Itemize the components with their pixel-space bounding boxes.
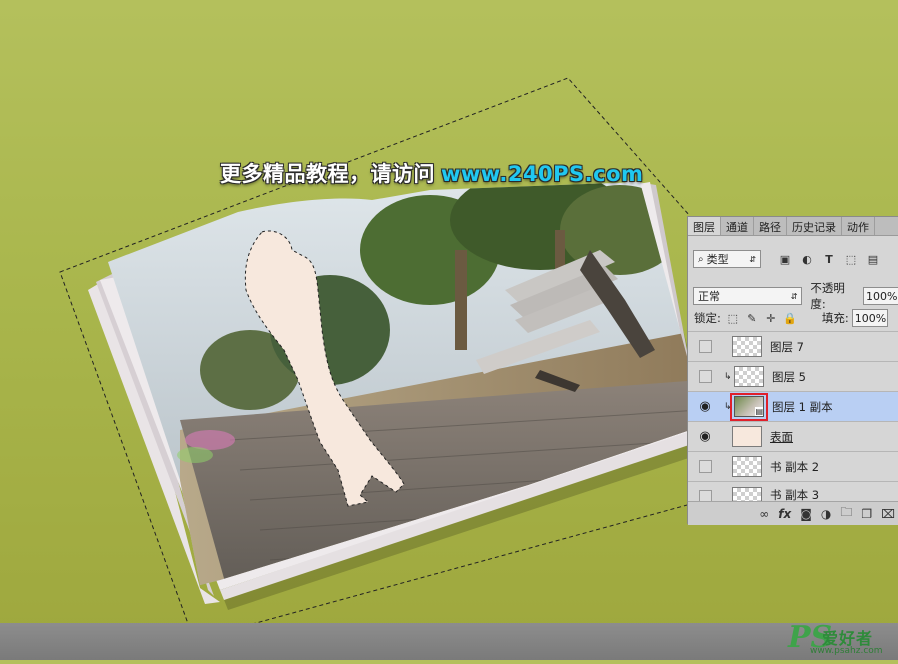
tab-history[interactable]: 历史记录: [787, 217, 842, 235]
type-filter-icon[interactable]: T: [821, 251, 837, 267]
eye-icon: ◉: [699, 429, 711, 444]
tab-channels[interactable]: 通道: [721, 217, 754, 235]
opacity-label: 不透明度:: [810, 281, 845, 311]
layer-name: 图层 7: [770, 339, 804, 354]
layer-name: 表面: [770, 429, 793, 444]
filter-kind-select[interactable]: ⌕ 类型 ⇵: [693, 250, 761, 268]
filter-kind-label: 类型: [706, 253, 729, 266]
panel-footer: ∞ fx ◙ ◑ 🗀 ❐ ⌧: [688, 501, 898, 525]
panel-tabs: 图层 通道 路径 历史记录 动作: [688, 217, 898, 236]
visibility-toggle[interactable]: [696, 458, 714, 476]
visibility-toggle[interactable]: [696, 368, 714, 386]
site-watermark: PS 爱好者 www.psahz.com: [784, 618, 898, 660]
visibility-toggle[interactable]: [696, 487, 714, 501]
status-bar: [0, 623, 898, 660]
promo-text: 更多精品教程，请访问: [220, 162, 435, 186]
hidden-visibility-box: [698, 370, 712, 383]
layer-row[interactable]: ↳ 图层 5: [688, 361, 898, 391]
layer-thumbnail-highlighted: ▤: [730, 392, 768, 421]
opacity-input[interactable]: 100%: [863, 287, 898, 305]
layer-row[interactable]: ◉ 表面: [688, 421, 898, 451]
layer-thumbnail: [732, 456, 762, 477]
eye-icon: ◉: [699, 399, 711, 414]
search-icon: ⌕: [698, 253, 704, 265]
adjustment-layer-icon[interactable]: ◑: [821, 507, 831, 521]
layer-name: 书 副本 2: [770, 459, 820, 474]
select-arrows-icon: ⇵: [749, 254, 756, 264]
layers-panel: 图层 通道 路径 历史记录 动作 ⌕ 类型 ⇵ ▣ ◐ T ⬚ ▤ 正常 ⇵ 不…: [687, 216, 898, 525]
layer-thumbnail: [732, 336, 762, 357]
fill-input[interactable]: 100%: [851, 309, 888, 327]
adjustment-filter-icon[interactable]: ◐: [799, 251, 815, 267]
layer-name: 书 副本 3: [770, 488, 820, 501]
lock-label: 锁定:: [694, 311, 721, 325]
lock-move-icon[interactable]: ✛: [763, 310, 779, 326]
hidden-visibility-box: [698, 340, 712, 353]
smart-object-filter-icon[interactable]: ▤: [865, 251, 881, 267]
layer-thumbnail: [732, 487, 762, 501]
shape-filter-icon[interactable]: ⬚: [843, 251, 859, 267]
tab-layers[interactable]: 图层: [688, 217, 721, 235]
promo-url[interactable]: www.240PS.com: [441, 162, 643, 186]
layer-row[interactable]: 书 副本 3: [688, 481, 898, 501]
trash-icon[interactable]: ⌧: [881, 507, 895, 521]
filter-row: ⌕ 类型 ⇵ ▣ ◐ T ⬚ ▤: [688, 250, 898, 268]
fx-button[interactable]: fx: [778, 507, 791, 521]
clipping-arrow-icon: ↳: [724, 371, 732, 382]
tab-actions[interactable]: 动作: [842, 217, 875, 235]
select-arrows-icon: ⇵: [790, 291, 798, 301]
layer-row[interactable]: 图层 7: [688, 331, 898, 361]
fill-label: 填充:: [821, 311, 849, 325]
blend-mode-select[interactable]: 正常 ⇵: [693, 287, 803, 305]
visibility-toggle[interactable]: ◉: [696, 428, 714, 446]
new-group-icon[interactable]: 🗀: [840, 503, 852, 524]
lock-transparent-icon[interactable]: ⬚: [725, 310, 741, 326]
layer-thumbnail: [734, 366, 764, 387]
image-filter-icon[interactable]: ▣: [777, 251, 793, 267]
layer-row-selected[interactable]: ◉ ↳ ▤ 图层 1 副本: [688, 391, 898, 421]
blend-row: 正常 ⇵ 不透明度: 100%: [688, 280, 898, 312]
watermark-url: www.psahz.com: [810, 646, 883, 656]
layer-thumbnail: [732, 426, 762, 447]
lock-brush-icon[interactable]: ✎: [744, 310, 760, 326]
layer-name: 图层 5: [772, 369, 806, 384]
promo-banner: 更多精品教程，请访问 www.240PS.com: [220, 158, 643, 188]
lock-all-icon[interactable]: 🔒: [782, 310, 798, 326]
blend-mode-value: 正常: [698, 290, 720, 303]
link-layers-icon[interactable]: ∞: [759, 507, 769, 521]
smart-object-icon: ▤: [755, 407, 763, 416]
add-mask-icon[interactable]: ◙: [800, 507, 812, 521]
hidden-visibility-box: [698, 489, 712, 501]
new-layer-icon[interactable]: ❐: [861, 507, 872, 521]
visibility-toggle[interactable]: ◉: [696, 398, 714, 416]
layer-row[interactable]: 书 副本 2: [688, 451, 898, 481]
lock-row: 锁定: ⬚ ✎ ✛ 🔒 填充: 100%: [688, 309, 898, 327]
layer-name: 图层 1 副本: [772, 399, 833, 414]
tab-paths[interactable]: 路径: [754, 217, 787, 235]
hidden-visibility-box: [698, 460, 712, 473]
visibility-toggle[interactable]: [696, 338, 714, 356]
